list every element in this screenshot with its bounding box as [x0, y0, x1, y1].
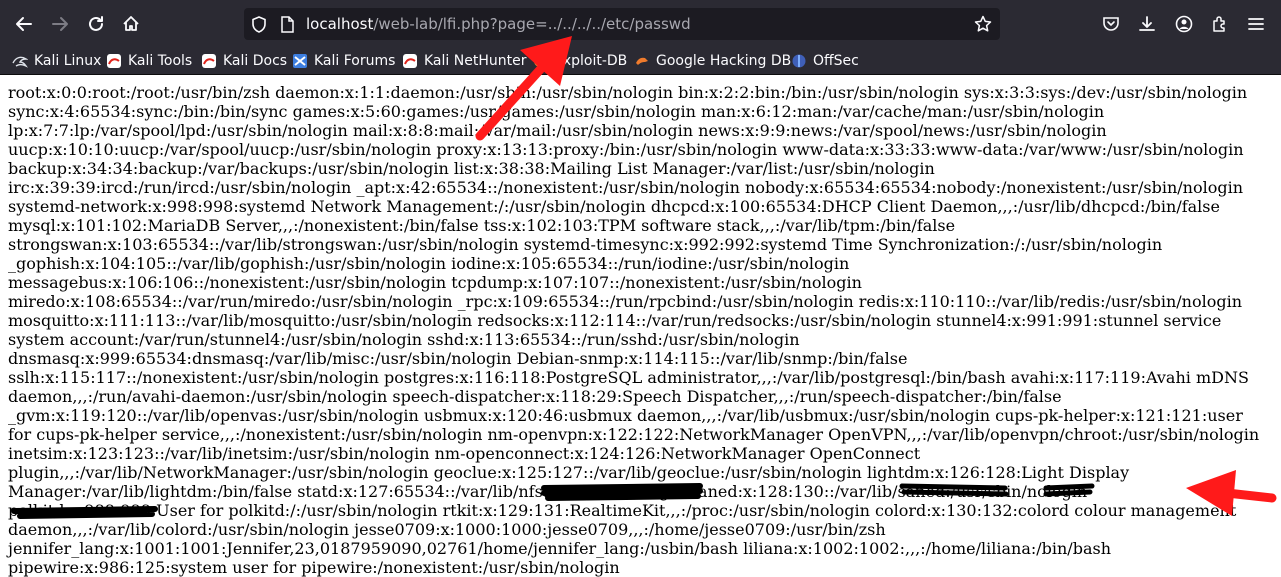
bookmark-kali-nethunter[interactable]: Kali NetHunter: [402, 51, 526, 71]
bookmark-label: Exploit-DB: [554, 53, 628, 69]
bookmark-kali-tools[interactable]: Kali Tools: [106, 51, 192, 71]
bookmark-label: Google Hacking DB: [656, 53, 792, 69]
passwd-text: root:x:0:0:root:/root:/usr/bin/zsh daemo…: [8, 83, 1260, 539]
kali-dragon-icon: [12, 53, 28, 69]
home-button[interactable]: [119, 12, 143, 36]
pocket-button[interactable]: [1099, 12, 1123, 36]
reload-icon: [89, 16, 103, 31]
passwd-text: 1001:1001:Jennifer,23,: [134, 539, 320, 558]
bookmark-google-hacking-db[interactable]: Google Hacking DB: [634, 51, 791, 71]
hamburger-icon: [1248, 18, 1264, 30]
page-info-icon[interactable]: [278, 15, 296, 33]
back-arrow-icon: [16, 17, 32, 31]
bookmark-kali-forums[interactable]: Kali Forums: [292, 51, 395, 71]
exploit-db-icon: [532, 53, 548, 69]
bookmark-kali-docs[interactable]: Kali Docs: [201, 51, 287, 71]
bookmark-exploit-db[interactable]: Exploit-DB: [532, 51, 627, 71]
offsec-icon: [791, 53, 807, 69]
redacted-text: jennifer_lang:x:: [8, 539, 135, 558]
puzzle-icon: [1213, 16, 1225, 32]
redacted-text: 2761: [436, 539, 478, 558]
kali-icon: [402, 53, 418, 69]
shield-icon[interactable]: [250, 15, 268, 33]
passwd-text: /home/: [477, 539, 533, 558]
pocket-icon: [1103, 17, 1119, 31]
browser-toolbar: localhost/web-lab/lfi.php?page=../../../…: [0, 0, 1281, 48]
ghdb-icon: [634, 53, 650, 69]
url-host: localhost: [306, 15, 374, 33]
download-icon: [1139, 16, 1155, 31]
forward-arrow-icon: [52, 17, 68, 31]
extensions-button[interactable]: [1208, 12, 1232, 36]
bookmark-label: Kali Tools: [128, 53, 193, 69]
account-button[interactable]: [1172, 12, 1196, 36]
home-icon: [123, 16, 139, 31]
reload-button[interactable]: [84, 12, 108, 36]
bookmark-kali-linux[interactable]: Kali Linux: [12, 51, 101, 71]
url-bar[interactable]: localhost/web-lab/lfi.php?page=../../../…: [244, 8, 1000, 40]
bookmarks-bar: Kali Linux Kali Tools Kali Docs Kali For…: [0, 48, 1281, 75]
back-button[interactable]: [12, 12, 36, 36]
redacted-text: 0187959090,0: [319, 539, 437, 558]
bookmark-label: Kali Forums: [314, 53, 396, 69]
bookmark-label: Kali Docs: [223, 53, 288, 69]
kali-icon: [201, 53, 217, 69]
passwd-output: root:x:0:0:root:/root:/usr/bin/zsh daemo…: [8, 83, 1270, 577]
forward-button[interactable]: [48, 12, 72, 36]
bookmark-label: Kali Linux: [34, 53, 102, 69]
redacted-text: jennifer_lang:/us: [532, 539, 669, 558]
kali-forums-icon: [292, 53, 308, 69]
downloads-button[interactable]: [1135, 12, 1159, 36]
bookmark-label: OffSec: [813, 53, 859, 69]
bookmark-label: Kali NetHunter: [424, 53, 527, 69]
url-path: /web-lab/lfi.php?page=../../../../etc/pa…: [373, 15, 691, 33]
kali-icon: [106, 53, 122, 69]
bookmark-offsec[interactable]: OffSec: [791, 51, 859, 71]
bookmark-star-icon[interactable]: [974, 15, 992, 33]
account-icon: [1175, 15, 1193, 33]
menu-button[interactable]: [1244, 12, 1268, 36]
url-text[interactable]: localhost/web-lab/lfi.php?page=../../../…: [306, 14, 691, 34]
